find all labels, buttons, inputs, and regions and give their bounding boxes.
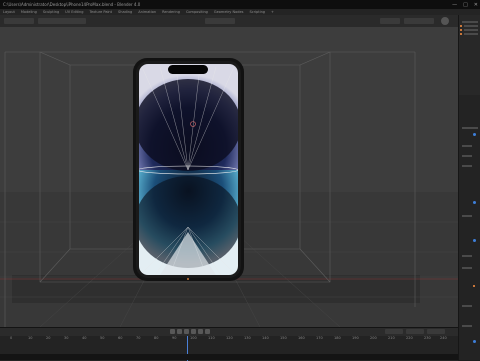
properties-sidebar: [458, 15, 480, 360]
tab-sculpting[interactable]: Sculpting: [43, 10, 59, 14]
dynamic-island: [168, 65, 208, 74]
viewport-header: [0, 15, 458, 27]
object-icon: [460, 29, 462, 31]
jump-end-icon[interactable]: [205, 329, 210, 334]
title-bar: C:\Users\Administrator\Desktop\iPhone14P…: [0, 0, 480, 9]
tab-animation[interactable]: Animation: [138, 10, 156, 14]
start-frame-field[interactable]: [406, 329, 424, 334]
tab-texture-paint[interactable]: Texture Paint: [89, 10, 112, 14]
editor-mode-menu[interactable]: [4, 18, 34, 24]
viewport-scene: [0, 51, 458, 327]
tab-layout[interactable]: Layout: [3, 10, 15, 14]
3d-viewport[interactable]: [0, 27, 458, 327]
tab-rendering[interactable]: Rendering: [162, 10, 180, 14]
object-origin-icon: [187, 278, 189, 280]
tab-scripting[interactable]: Scripting: [249, 10, 265, 14]
tab-compositing[interactable]: Compositing: [186, 10, 208, 14]
overlay-toggles[interactable]: [380, 18, 400, 24]
frame-range: [385, 329, 445, 334]
transform-orientation[interactable]: [205, 18, 235, 24]
property-toggle-icon[interactable]: [473, 340, 476, 343]
property-toggle-icon[interactable]: [473, 239, 476, 242]
window-title: C:\Users\Administrator\Desktop\iPhone14P…: [3, 2, 141, 7]
jump-start-icon[interactable]: [170, 329, 175, 334]
next-keyframe-icon[interactable]: [198, 329, 203, 334]
phone-model[interactable]: [133, 58, 244, 281]
add-workspace-button[interactable]: +: [271, 10, 274, 14]
prev-keyframe-icon[interactable]: [177, 329, 182, 334]
maximize-button[interactable]: □: [463, 2, 468, 8]
object-icon: [460, 33, 462, 35]
property-toggle-icon[interactable]: [473, 201, 476, 204]
keyframe-icon[interactable]: [473, 285, 475, 287]
tab-geometry-nodes[interactable]: Geometry Nodes: [214, 10, 244, 14]
shading-modes[interactable]: [404, 18, 434, 24]
close-button[interactable]: ✕: [474, 2, 478, 8]
playback-controls: [170, 329, 210, 334]
window-controls: — □ ✕: [452, 0, 478, 9]
tab-shading[interactable]: Shading: [118, 10, 132, 14]
play-icon[interactable]: [191, 329, 196, 334]
collection-icon: [460, 25, 462, 27]
end-frame-field[interactable]: [427, 329, 445, 334]
tab-uv-editing[interactable]: UV Editing: [65, 10, 83, 14]
navigation-gizmo-icon[interactable]: [441, 17, 449, 25]
property-toggle-icon[interactable]: [473, 133, 476, 136]
view-menus[interactable]: [38, 18, 86, 24]
frame-ruler[interactable]: 0 10 20 30 40 50 60 70 80 90 100 110 120…: [0, 336, 458, 342]
minimize-button[interactable]: —: [452, 2, 457, 8]
status-bar: [0, 354, 458, 360]
play-reverse-icon[interactable]: [184, 329, 189, 334]
outliner-panel[interactable]: [459, 15, 480, 95]
tab-modeling[interactable]: Modeling: [21, 10, 37, 14]
timeline-header: [0, 328, 458, 336]
current-frame-field[interactable]: [385, 329, 403, 334]
